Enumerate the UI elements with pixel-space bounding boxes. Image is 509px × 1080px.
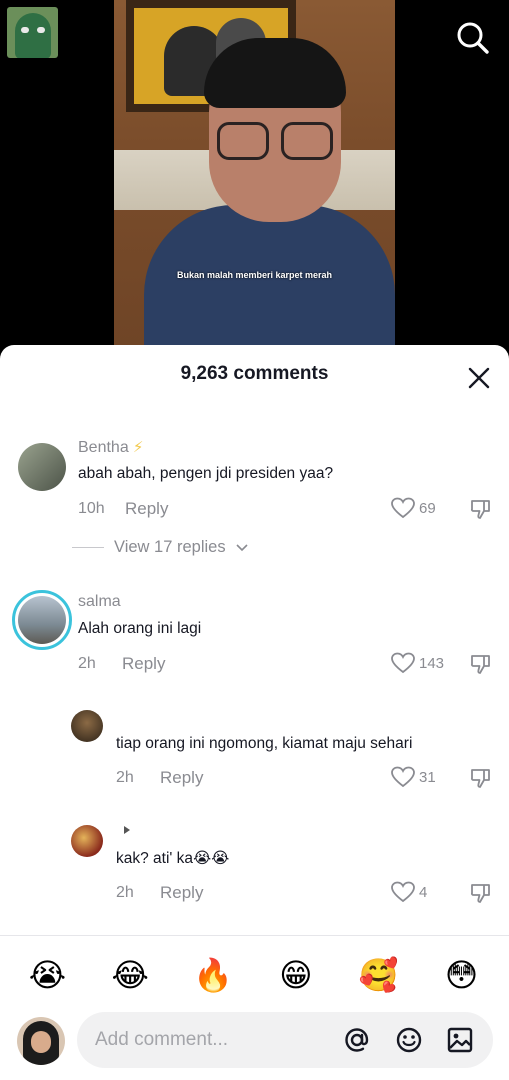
divider [0,935,509,936]
heart-icon [391,766,415,788]
person-hair [204,38,346,108]
like-button[interactable]: 143 [391,652,444,674]
reply-text: kak? ati' ka😭😭 [116,850,230,867]
glasses [217,122,337,162]
emoji-picker-icon[interactable] [395,1026,423,1054]
comment-time: 2h [78,655,96,672]
comments-count-title: 9,263 comments [180,363,329,384]
emoji-tears-of-joy[interactable]: 😂 [104,950,156,1000]
reply-button[interactable]: Reply [160,768,203,788]
reply-button[interactable]: Reply [125,499,168,519]
like-button[interactable]: 4 [391,881,427,903]
chevron-down-icon [236,543,248,551]
emoji-loudly-crying[interactable]: 😭 [21,950,73,1000]
video-frame[interactable]: Bukan malah memberi karpet merah [114,0,395,360]
dislike-icon[interactable] [469,497,493,521]
heart-icon [391,652,415,674]
comments-sheet: 9,263 comments Bentha ⚡ abah abah, penge… [0,345,509,1080]
avatar[interactable] [17,1017,65,1065]
video-subtitle: Bukan malah memberi karpet merah [176,270,333,280]
comment-text: abah abah, pengen jdi presiden yaa? [78,465,334,482]
like-count: 4 [419,883,428,901]
like-count: 143 [419,654,445,672]
heart-icon [391,881,415,903]
reply-text: tiap orang ini ngomong, kiamat maju seha… [116,735,413,752]
like-button[interactable]: 69 [391,497,436,519]
dislike-icon[interactable] [469,766,493,790]
reply-button[interactable]: Reply [160,883,203,903]
search-icon[interactable] [455,20,491,56]
view-replies-label: View 17 replies [114,538,226,556]
emoji-flushed[interactable]: 😳 [436,950,488,1000]
reply-time: 2h [116,884,134,901]
avatar[interactable] [71,710,103,742]
dislike-icon[interactable] [469,881,493,905]
dislike-icon[interactable] [469,652,493,676]
creator-avatar[interactable] [7,7,58,58]
comment-text: Alah orang ini lagi [78,620,202,637]
emoji-grinning[interactable]: 😁 [270,950,322,1000]
close-icon[interactable] [466,365,492,391]
person-shirt [144,205,395,360]
like-button[interactable]: 31 [391,766,436,788]
comment-author[interactable]: Bentha ⚡ [78,438,143,457]
avatar[interactable] [18,443,66,491]
emoji-fire[interactable]: 🔥 [187,950,239,1000]
like-count: 69 [419,499,436,517]
emoji-smiling-hearts[interactable]: 🥰 [353,950,405,1000]
play-arrow-icon [124,826,130,834]
comment-input[interactable] [95,1012,335,1068]
mention-icon[interactable] [343,1026,371,1054]
reply-button[interactable]: Reply [122,654,165,674]
like-count: 31 [419,768,436,786]
comment-time: 10h [78,500,105,517]
image-icon[interactable] [446,1026,474,1054]
view-replies-button[interactable]: View 17 replies [72,538,248,557]
emoji-quick-bar: 😭 😂 🔥 😁 🥰 😳 [0,950,509,1000]
comment-author[interactable]: salma [78,593,121,611]
reply-time: 2h [116,769,134,786]
video-player[interactable]: Bukan malah memberi karpet merah [0,0,509,360]
comment-composer [77,1012,493,1068]
avatar[interactable] [71,825,103,857]
heart-icon [391,497,415,519]
avatar[interactable] [12,590,72,650]
